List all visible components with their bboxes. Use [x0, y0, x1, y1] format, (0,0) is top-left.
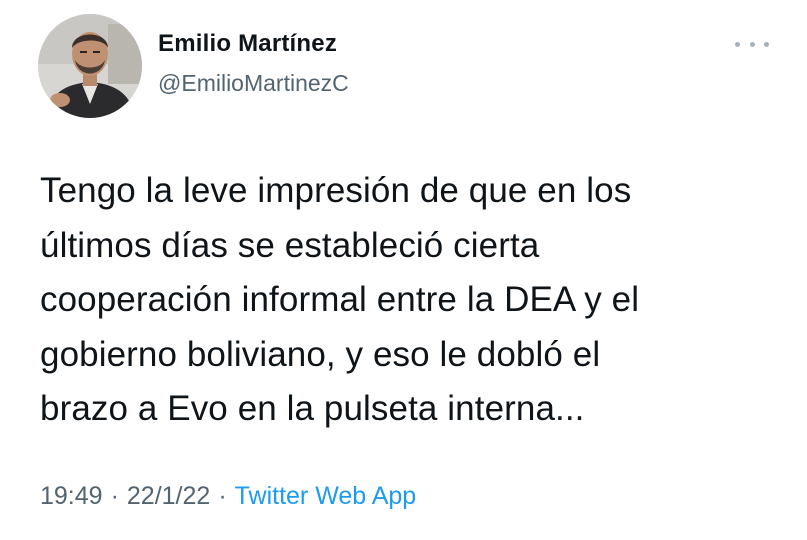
tweet-text-line: gobierno boliviano, y eso le dobló el [40, 334, 601, 374]
separator: · [110, 482, 119, 510]
tweet-date[interactable]: 22/1/22 [127, 482, 210, 510]
source-link[interactable]: Twitter Web App [235, 482, 417, 510]
author-name[interactable]: Emilio Martínez [158, 30, 337, 58]
tweet-text-line: cooperación informal entre la DEA y el [40, 280, 640, 319]
dot [764, 41, 769, 47]
separator: · [218, 482, 227, 510]
tweet-text: Tengo la leve impresión de que en los úl… [40, 164, 780, 437]
tweet-card: Emilio Martínez @EmilioMartinezC Tengo l… [0, 0, 807, 540]
avatar-photo [38, 14, 142, 118]
dot [749, 41, 755, 47]
dot [735, 41, 740, 47]
tweet-time[interactable]: 19:49 [40, 482, 103, 510]
tweet-text-line: Tengo la leve impresión de que en los [40, 171, 632, 210]
tweet-text-line: últimos días se estableció cierta [40, 225, 540, 265]
more-options-icon[interactable] [735, 34, 769, 54]
author-handle[interactable]: @EmilioMartinezC [158, 70, 349, 97]
avatar[interactable] [38, 14, 142, 118]
tweet-meta: 19:49 · 22/1/22 · Twitter Web App [40, 482, 416, 511]
tweet-text-line: brazo a Evo en la pulseta interna... [40, 389, 585, 428]
